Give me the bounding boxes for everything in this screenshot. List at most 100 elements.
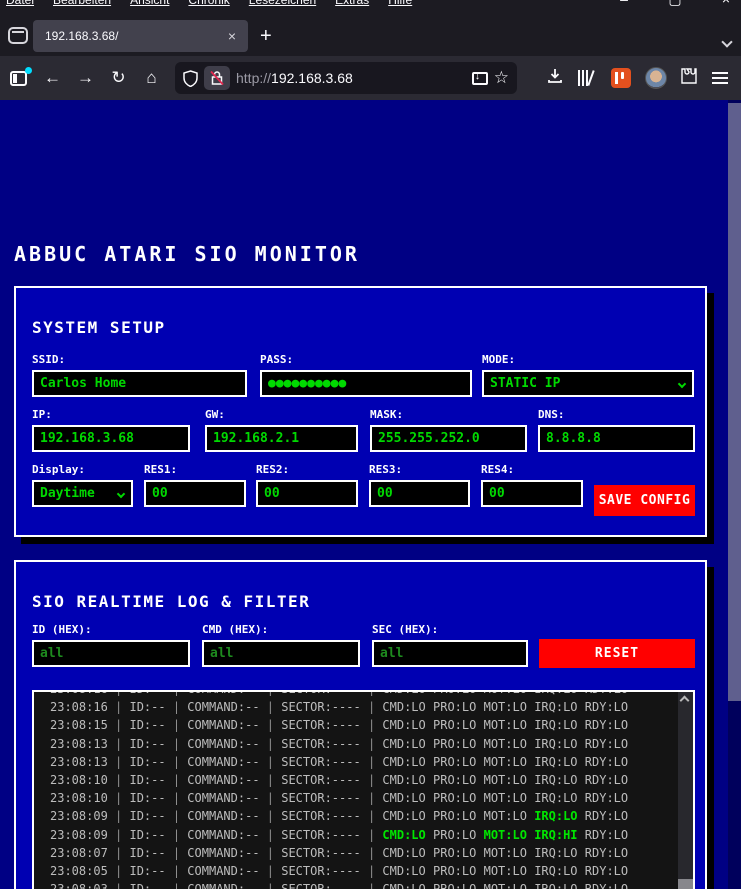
log-row: 23:08:16 | ID:-- | COMMAND:-- | SECTOR:-… <box>50 700 629 715</box>
display-field: Display: Daytime <box>32 463 133 507</box>
filter-sec-field: SEC (HEX): <box>372 623 528 667</box>
menu-item-chronik[interactable]: Chronik <box>188 0 229 7</box>
log-scrollbar-thumb[interactable] <box>678 879 693 889</box>
extensions-puzzle-icon[interactable] <box>679 67 698 90</box>
minimize-button[interactable]: – <box>615 0 633 8</box>
page-scrollbar[interactable] <box>728 100 741 889</box>
filter-id-label: ID (HEX): <box>32 623 92 636</box>
log-row: 23:08:16 | ID:-- | COMMAND:-- | SECTOR:-… <box>50 692 693 698</box>
log-row: 23:08:09 | ID:-- | COMMAND:-- | SECTOR:-… <box>50 827 629 842</box>
mask-input[interactable] <box>370 425 527 452</box>
back-icon[interactable]: ← <box>43 68 62 88</box>
system-setup-panel: SYSTEM SETUP SSID: PASS: MODE: STATIC IP… <box>14 286 707 537</box>
tab-close-icon[interactable]: × <box>224 28 240 44</box>
ip-label: IP: <box>32 408 52 421</box>
display-select[interactable]: Daytime <box>32 480 133 507</box>
mode-select[interactable]: STATIC IP <box>482 370 694 397</box>
page-scrollbar-thumb[interactable] <box>728 103 741 701</box>
ip-input[interactable] <box>32 425 190 452</box>
res1-input[interactable] <box>144 480 246 507</box>
active-tab[interactable]: 192.168.3.68/ × <box>33 20 248 52</box>
menu-item-extras[interactable]: Extras <box>335 0 369 7</box>
mask-field: MASK: <box>370 408 527 452</box>
save-config-button[interactable]: SAVE CONFIG <box>594 485 695 516</box>
menu-item-bearbeiten[interactable]: Bearbeiten <box>53 0 111 7</box>
res2-field: RES2: <box>256 463 358 507</box>
menu-item-datei[interactable]: Datei <box>6 0 34 7</box>
tab-bar: 192.168.3.68/ × + <box>0 11 741 56</box>
log-row: 23:08:13 | ID:-- | COMMAND:-- | SECTOR:-… <box>50 736 629 751</box>
scroll-up-icon[interactable] <box>679 695 690 706</box>
ssid-input[interactable] <box>32 370 247 397</box>
menu-item-hilfe[interactable]: Hilfe <box>388 0 412 7</box>
sio-heading: SIO REALTIME LOG & FILTER <box>32 592 311 611</box>
filter-id-field: ID (HEX): <box>32 623 190 667</box>
log-row: 23:08:07 | ID:-- | COMMAND:-- | SECTOR:-… <box>50 845 629 860</box>
filter-cmd-field: CMD (HEX): <box>202 623 360 667</box>
mode-label: MODE: <box>482 353 516 366</box>
filter-sec-input[interactable] <box>372 640 528 667</box>
log-row: 23:08:09 | ID:-- | COMMAND:-- | SECTOR:-… <box>50 809 629 824</box>
filter-cmd-label: CMD (HEX): <box>202 623 269 636</box>
log-row: 23:08:03 | ID:-- | COMMAND:-- | SECTOR:-… <box>50 880 693 889</box>
res3-field: RES3: <box>369 463 470 507</box>
dns-label: DNS: <box>538 408 565 421</box>
log-row: 23:08:10 | ID:-- | COMMAND:-- | SECTOR:-… <box>50 772 629 787</box>
new-tab-button[interactable]: + <box>260 25 272 48</box>
tab-overflow-chevron-icon[interactable] <box>721 33 733 48</box>
log-row: 23:08:05 | ID:-- | COMMAND:-- | SECTOR:-… <box>50 863 629 878</box>
pass-field: PASS: <box>260 353 472 397</box>
dns-field: DNS: <box>538 408 695 452</box>
window-controls: – ▢ × <box>615 0 735 8</box>
pass-label: PASS: <box>260 353 294 366</box>
sidebar-icon[interactable] <box>10 66 32 86</box>
log-scrollbar[interactable] <box>678 692 693 889</box>
home-icon[interactable]: ⌂ <box>142 68 161 88</box>
res1-label: RES1: <box>144 463 178 476</box>
filter-cmd-input[interactable] <box>202 640 360 667</box>
log-row: 23:08:15 | ID:-- | COMMAND:-- | SECTOR:-… <box>50 718 629 733</box>
page-content: ABBUC ATARI SIO MONITOR SYSTEM SETUP SSI… <box>0 100 728 889</box>
firefox-view-icon[interactable] <box>8 27 28 44</box>
res2-label: RES2: <box>256 463 290 476</box>
pass-input[interactable] <box>260 370 472 397</box>
system-setup-heading: SYSTEM SETUP <box>32 318 166 337</box>
ssid-label: SSID: <box>32 353 66 366</box>
save-page-icon[interactable] <box>471 70 488 85</box>
res4-field: RES4: <box>481 463 583 507</box>
reset-button[interactable]: RESET <box>539 639 695 668</box>
res3-label: RES3: <box>369 463 403 476</box>
filter-id-input[interactable] <box>32 640 190 667</box>
forward-icon[interactable]: → <box>76 68 95 88</box>
profile-avatar[interactable] <box>645 67 667 89</box>
url-text[interactable]: http://192.168.3.68 <box>236 70 466 86</box>
res2-input[interactable] <box>256 480 358 507</box>
shield-icon[interactable] <box>183 69 198 87</box>
gw-input[interactable] <box>205 425 358 452</box>
sio-log-box[interactable]: 23:08:16 | ID:-- | COMMAND:-- | SECTOR:-… <box>32 690 695 889</box>
dns-input[interactable] <box>538 425 695 452</box>
tab-title: 192.168.3.68/ <box>45 29 119 43</box>
log-row: 23:08:10 | ID:-- | COMMAND:-- | SECTOR:-… <box>50 791 629 806</box>
reload-icon[interactable]: ↻ <box>109 68 128 88</box>
url-bar[interactable]: http://192.168.3.68 ☆ <box>175 62 517 94</box>
log-rows: 23:08:16 | ID:-- | COMMAND:-- | SECTOR:-… <box>34 692 693 889</box>
menu-item-lesezeichen[interactable]: Lesezeichen <box>249 0 316 7</box>
menu-item-ansicht[interactable]: Ansicht <box>130 0 169 7</box>
log-row: 23:08:13 | ID:-- | COMMAND:-- | SECTOR:-… <box>50 754 629 769</box>
ssid-field: SSID: <box>32 353 247 397</box>
menu-hamburger-icon[interactable] <box>712 72 731 84</box>
browser-window: Datei Bearbeiten Ansicht Chronik Lesezeichen… <box>0 0 741 889</box>
mask-label: MASK: <box>370 408 404 421</box>
insecure-lock-icon[interactable] <box>204 66 230 90</box>
extension-orange-icon[interactable] <box>611 68 631 88</box>
maximize-button[interactable]: ▢ <box>666 0 684 8</box>
navigation-toolbar: ← → ↻ ⌂ http://192.168.3.68 ☆ <box>0 56 741 100</box>
res1-field: RES1: <box>144 463 246 507</box>
library-icon[interactable] <box>578 70 597 86</box>
close-button[interactable]: × <box>717 0 735 8</box>
res4-input[interactable] <box>481 480 583 507</box>
downloads-icon[interactable] <box>545 68 564 89</box>
res3-input[interactable] <box>369 480 470 507</box>
bookmark-star-icon[interactable]: ☆ <box>494 68 509 88</box>
